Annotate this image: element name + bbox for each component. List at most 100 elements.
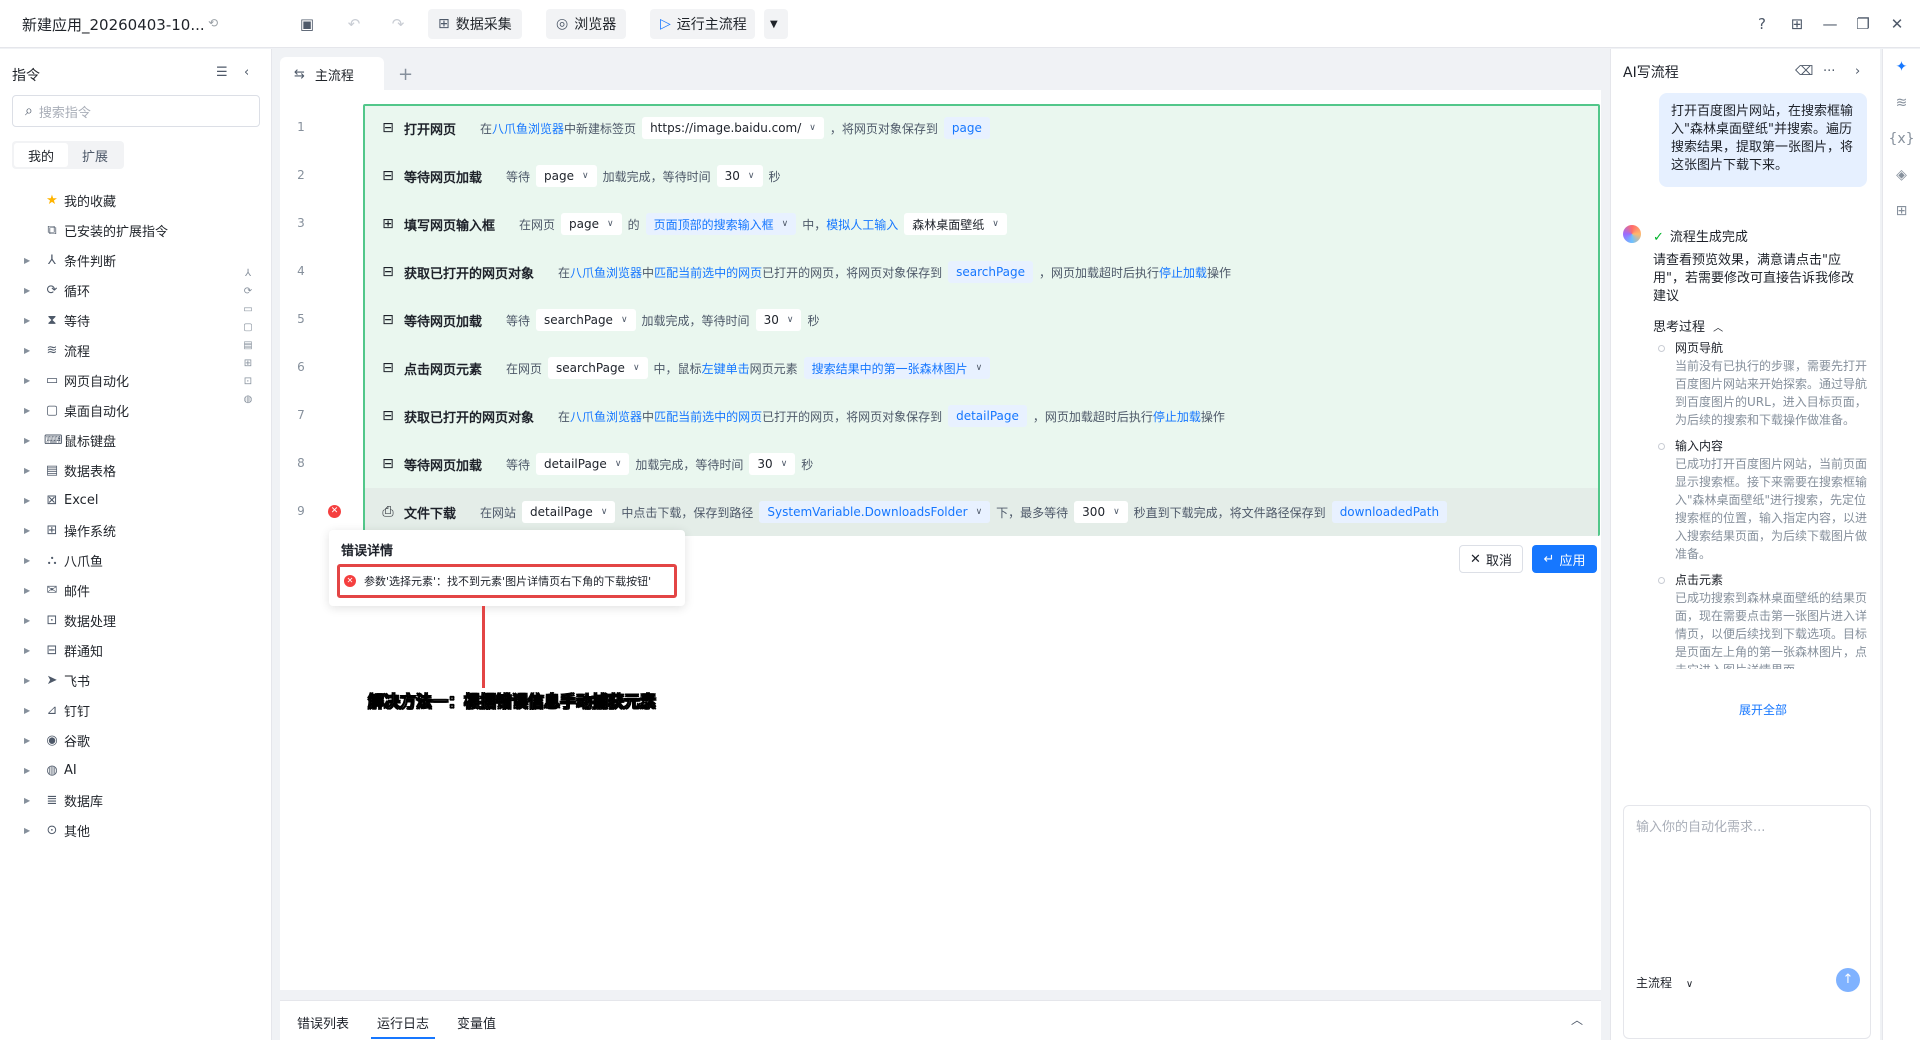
collapse-sidebar-icon[interactable]: ‹ <box>244 65 249 80</box>
apply-button[interactable]: ↵ 应用 <box>1532 545 1597 573</box>
caret-right-icon[interactable]: ▶ <box>24 826 36 835</box>
caret-right-icon[interactable]: ▶ <box>24 286 36 295</box>
ai-icon[interactable]: ◍ <box>240 394 256 412</box>
tab-variables[interactable]: 变量值 <box>457 1013 496 1032</box>
sidebar-item[interactable]: ▶ ⊙ 其他 <box>0 815 240 845</box>
clear-icon[interactable]: ⌫ <box>1795 64 1813 79</box>
add-tab-icon[interactable]: + <box>398 64 413 85</box>
sidebar-item[interactable]: ▶ ≋ 流程 <box>0 335 240 365</box>
param-chip[interactable]: SystemVariable.DownloadsFolder ∨ <box>759 501 991 523</box>
caret-right-icon[interactable]: ▶ <box>24 256 36 265</box>
option-link[interactable]: 匹配当前选中的网页 <box>654 264 762 281</box>
option-link[interactable]: 停止加载 <box>1159 264 1207 281</box>
sidebar-item[interactable]: ▶ ▢ 桌面自动化 <box>0 395 240 425</box>
chevron-up-icon[interactable]: ︿ <box>1571 1011 1583 1028</box>
ai-input-box[interactable]: 输入你的自动化需求... 主流程 ∨ ↑ <box>1623 805 1871 1039</box>
variable-chip[interactable]: searchPage <box>948 261 1034 283</box>
variable-chip[interactable]: detailPage <box>948 405 1027 427</box>
flow-select[interactable]: 主流程 ∨ <box>1636 974 1693 991</box>
variable-chip[interactable]: page <box>943 117 990 139</box>
option-link[interactable]: 八爪鱼浏览器 <box>570 264 642 281</box>
param-chip[interactable]: searchPage ∨ <box>536 309 636 331</box>
cancel-button[interactable]: ✕ 取消 <box>1459 545 1523 573</box>
param-chip[interactable]: searchPage ∨ <box>548 357 648 379</box>
caret-right-icon[interactable]: ▶ <box>24 376 36 385</box>
sidebar-item[interactable]: ▶ ▭ 网页自动化 <box>0 365 240 395</box>
tab-error-list[interactable]: 错误列表 <box>297 1013 349 1032</box>
param-chip[interactable]: detailPage ∨ <box>522 501 616 523</box>
collapse-panel-icon[interactable]: › <box>1855 64 1860 79</box>
param-chip[interactable]: 30 ∨ <box>749 453 796 475</box>
caret-right-icon[interactable]: ▶ <box>24 406 36 415</box>
sort-icon[interactable]: ☰ <box>216 65 228 80</box>
caret-right-icon[interactable]: ▶ <box>24 646 36 655</box>
undo-icon[interactable]: ↶ <box>344 14 364 34</box>
sidebar-item[interactable]: ▶ ⊞ 操作系统 <box>0 515 240 545</box>
history-icon[interactable]: ⟲ <box>208 16 222 30</box>
caret-right-icon[interactable]: ▶ <box>24 676 36 685</box>
thinking-toggle[interactable]: 思考过程 ︿ <box>1653 316 1723 335</box>
param-chip[interactable]: 30 ∨ <box>716 165 763 187</box>
ai-sparkle-icon[interactable]: ✦ <box>1883 49 1920 85</box>
option-link[interactable]: 匹配当前选中的网页 <box>654 408 762 425</box>
flow-row[interactable]: 4 ⊟ 获取已打开的网页对象 在八爪鱼浏览器中匹配当前选中的网页 已打开的网页，将网页对… <box>280 248 1601 296</box>
variable-chip[interactable]: downloadedPath <box>1331 501 1448 523</box>
sidebar-item[interactable]: ▶ ≣ 数据库 <box>0 785 240 815</box>
data-process-icon[interactable]: ⊡ <box>240 376 256 394</box>
tab-main-flow[interactable]: ⇆ 主流程 <box>280 57 384 91</box>
flow-row[interactable]: 8 ⊟ 等待网页加载 等待 detailPage ∨ 加载完成，等待时间 30 ∨ 秒 <box>280 440 1601 488</box>
sidebar-item[interactable]: ▶ ⅄ 条件判断 <box>0 245 240 275</box>
tab-run-log[interactable]: 运行日志 <box>370 1013 436 1039</box>
caret-right-icon[interactable]: ▶ <box>24 526 36 535</box>
desktop-icon[interactable]: ▢ <box>240 322 256 340</box>
redo-icon[interactable]: ↷ <box>388 14 408 34</box>
apps-icon[interactable]: ⊞ <box>1787 14 1807 34</box>
param-chip[interactable]: 搜索结果中的第一张森林图片 ∨ <box>803 357 991 379</box>
error-message-box[interactable]: ✕ 参数'选择元素'：找不到元素'图片详情页右下角的下载按钮' <box>337 564 677 598</box>
more-icon[interactable]: ··· <box>1823 64 1835 79</box>
caret-right-icon[interactable]: ▶ <box>24 556 36 565</box>
flow-row[interactable]: 3 ⊞ 填写网页输入框 在网页 page ∨ 的页面顶部的搜索输入框 ∨ 中， 模拟人工输入 森林桌… <box>280 200 1601 248</box>
restore-icon[interactable]: ❐ <box>1853 14 1873 34</box>
sidebar-item[interactable]: ▶ ⊠ Excel <box>0 485 240 515</box>
help-icon[interactable]: ? <box>1752 14 1772 34</box>
caret-right-icon[interactable]: ▶ <box>24 706 36 715</box>
param-chip[interactable]: 300 ∨ <box>1074 501 1128 523</box>
tab-mine[interactable]: 我的 <box>14 143 68 167</box>
caret-right-icon[interactable]: ▶ <box>24 796 36 805</box>
caret-right-icon[interactable]: ▶ <box>24 436 36 445</box>
flow-row[interactable]: 1 ⊟ 打开网页 在八爪鱼浏览器 中新建标签页 https://image.baidu.c… <box>280 104 1601 152</box>
send-button[interactable]: ↑ <box>1836 968 1860 992</box>
flow-row[interactable]: 2 ⊟ 等待网页加载 等待 page ∨ 加载完成，等待时间 30 ∨ 秒 <box>280 152 1601 200</box>
option-link[interactable]: 左键单击 <box>702 360 750 377</box>
sidebar-item[interactable]: ▶ ⟳ 循环 <box>0 275 240 305</box>
param-chip[interactable]: page ∨ <box>536 165 597 187</box>
loop-icon[interactable]: ⟳ <box>240 286 256 304</box>
sidebar-item[interactable]: ▶ ⌨ 鼠标键盘 <box>0 425 240 455</box>
save-icon[interactable]: ▣ <box>297 14 317 34</box>
sidebar-item[interactable]: ▶ ▤ 数据表格 <box>0 455 240 485</box>
flow-row[interactable]: 7 ⊟ 获取已打开的网页对象 在八爪鱼浏览器中匹配当前选中的网页 已打开的网页，将网页对… <box>280 392 1601 440</box>
param-chip[interactable]: 森林桌面壁纸 ∨ <box>904 213 1007 235</box>
caret-right-icon[interactable]: ▶ <box>24 736 36 745</box>
sidebar-item[interactable]: ▶ ➤ 飞书 <box>0 665 240 695</box>
option-link[interactable]: 八爪鱼浏览器 <box>492 120 564 137</box>
sidebar-item[interactable]: ▶⧉已安装的扩展指令 <box>0 215 240 245</box>
layers-icon[interactable]: ◈ <box>1883 157 1920 193</box>
sidebar-item[interactable]: ▶ ⛬ 八爪鱼 <box>0 545 240 575</box>
flow-icon[interactable]: ≋ <box>1883 85 1920 121</box>
caret-right-icon[interactable]: ▶ <box>24 316 36 325</box>
sidebar-item[interactable]: ▶ ✉ 邮件 <box>0 575 240 605</box>
webpage-icon[interactable]: ▭ <box>240 304 256 322</box>
caret-right-icon[interactable]: ▶ <box>24 766 36 775</box>
flow-row[interactable]: 9 ✕ ⎙ 文件下载 在网站 detailPage ∨ 中点击下载，保存到路径 SystemVa… <box>297 488 1598 536</box>
sidebar-item[interactable]: ▶ ◍ AI <box>0 755 240 785</box>
app-title[interactable]: 新建应用_20260403-10... <box>22 14 205 35</box>
sidebar-item[interactable]: ▶ ⊡ 数据处理 <box>0 605 240 635</box>
param-chip[interactable]: 页面顶部的搜索输入框 ∨ <box>645 213 797 235</box>
option-link[interactable]: 停止加载 <box>1153 408 1201 425</box>
caret-right-icon[interactable]: ▶ <box>24 466 36 475</box>
run-main-button[interactable]: ▷ 运行主流程 <box>650 9 755 39</box>
branch-icon[interactable]: ⅄ <box>240 268 256 286</box>
component-icon[interactable]: ⊞ <box>1883 193 1920 229</box>
